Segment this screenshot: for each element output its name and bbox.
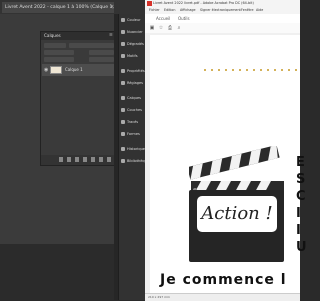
folder-icon[interactable]	[91, 157, 95, 162]
panel-label: Dégradés	[127, 42, 144, 46]
menu-fenetre[interactable]: Fenêtre	[241, 7, 253, 14]
search-icon[interactable]: ⌕	[176, 25, 182, 31]
panel-label: Formes	[127, 132, 140, 136]
mask-icon[interactable]	[75, 157, 79, 162]
window-title: Livret Avent 2022 livret.pdf - Adobe Acr…	[153, 1, 254, 5]
photoshop-window: Livret Avent 2022 - calque 1 à 100% (Cal…	[0, 0, 151, 300]
panel-reglages[interactable]: Réglages	[120, 78, 146, 89]
tab-outils[interactable]: Outils	[175, 14, 193, 23]
gradient-icon	[121, 42, 125, 46]
swatches-icon	[121, 30, 125, 34]
acrobat-title-bar: Livret Avent 2022 livret.pdf - Adobe Acr…	[145, 0, 300, 7]
trash-icon[interactable]	[107, 157, 111, 162]
pattern-icon	[121, 54, 125, 58]
document-tab[interactable]: Livret Avent 2022 - calque 1 à 100% (Cal…	[2, 2, 114, 13]
side-letter: E	[296, 155, 305, 170]
layer-thumbnail	[50, 66, 62, 74]
clapper-sticks	[189, 146, 284, 192]
clapperboard-image: Action !	[189, 146, 284, 263]
star-icon[interactable]: ☆	[158, 25, 164, 31]
fx-icon[interactable]	[67, 157, 71, 162]
layer-filter-kind[interactable]	[44, 43, 66, 48]
menu-edition[interactable]: Edition	[164, 7, 175, 14]
panel-label: Motifs	[127, 54, 138, 58]
action-label: Action !	[201, 203, 273, 224]
eye-icon[interactable]: ◉	[44, 67, 49, 73]
menu-fichier[interactable]: Fichier	[149, 7, 160, 14]
status-area	[0, 244, 114, 300]
panel-couches[interactable]: Couches	[120, 105, 146, 116]
panel-formes[interactable]: Formes	[120, 129, 146, 140]
panel-label: Nuancier	[127, 30, 143, 34]
new-layer-icon[interactable]	[99, 157, 103, 162]
layers-panel: Calques ≡ ◉ Calque 1	[40, 31, 118, 166]
layers-panel-header: Calques ≡	[41, 32, 117, 40]
panel-proprietes[interactable]: Propriétés	[120, 66, 146, 77]
panel-nuancier[interactable]: Nuancier	[120, 27, 146, 38]
history-icon	[121, 147, 125, 151]
adjustments-icon	[121, 81, 125, 85]
panel-couleur[interactable]: Couleur	[120, 15, 146, 26]
close-icon[interactable]: ×	[110, 2, 116, 13]
panel-label: Tracés	[127, 120, 139, 124]
layer-filter-icons[interactable]	[69, 43, 114, 48]
libraries-icon	[121, 159, 125, 163]
fill-field[interactable]	[89, 57, 114, 62]
clapper-board: Action !	[189, 190, 284, 262]
panel-motifs[interactable]: Motifs	[120, 51, 146, 62]
channels-icon	[121, 108, 125, 112]
save-icon[interactable]: ▣	[149, 25, 155, 31]
panel-label: Propriétés	[127, 69, 145, 73]
panel-traces[interactable]: Tracés	[120, 117, 146, 128]
layers-panel-title[interactable]: Calques	[44, 32, 61, 40]
panel-calques[interactable]: Calques	[120, 93, 146, 104]
properties-icon	[121, 69, 125, 73]
panel-historique[interactable]: Historique	[120, 144, 146, 155]
body-text: Je commence l	[160, 272, 287, 288]
layers-icon	[121, 96, 125, 100]
panel-dock: Couleur Nuancier Dégradés Motifs Proprié…	[118, 14, 151, 300]
layers-panel-footer	[41, 155, 117, 165]
side-letter: C	[296, 189, 306, 204]
shapes-icon	[121, 132, 125, 136]
side-letter: I	[296, 206, 301, 221]
menu-aide[interactable]: Aide	[256, 7, 263, 14]
menu-affichage[interactable]: Affichage	[180, 7, 196, 14]
blend-mode-select[interactable]	[44, 50, 74, 55]
opacity-field[interactable]	[89, 50, 114, 55]
side-letter: S	[296, 172, 306, 187]
panel-degrades[interactable]: Dégradés	[120, 39, 146, 50]
layer-row[interactable]: ◉ Calque 1	[42, 64, 117, 76]
layer-name[interactable]: Calque 1	[65, 64, 83, 76]
menu-signer[interactable]: Signer électroniquement	[200, 7, 241, 14]
action-label-box: Action !	[197, 196, 277, 232]
print-icon[interactable]: ⎙	[167, 25, 173, 31]
side-letter: I	[296, 223, 301, 238]
panel-label: Historique	[127, 147, 145, 151]
pdf-icon	[147, 1, 152, 6]
color-icon	[121, 18, 125, 22]
link-icon[interactable]	[59, 157, 63, 162]
panel-label: Réglages	[127, 81, 143, 85]
adjustment-icon[interactable]	[83, 157, 87, 162]
panel-bibliotheques[interactable]: Bibliothèques	[120, 156, 151, 167]
lock-options[interactable]	[44, 57, 74, 62]
panel-label: Couches	[127, 108, 142, 112]
panel-menu-icon[interactable]: ≡	[109, 32, 113, 40]
paths-icon	[121, 120, 125, 124]
side-letter: U	[296, 240, 307, 255]
panel-label: Calques	[127, 96, 141, 100]
document-tab-bar: Livret Avent 2022 - calque 1 à 100% (Cal…	[0, 0, 145, 15]
tab-accueil[interactable]: Accueil	[153, 14, 173, 23]
panel-label: Couleur	[127, 18, 141, 22]
